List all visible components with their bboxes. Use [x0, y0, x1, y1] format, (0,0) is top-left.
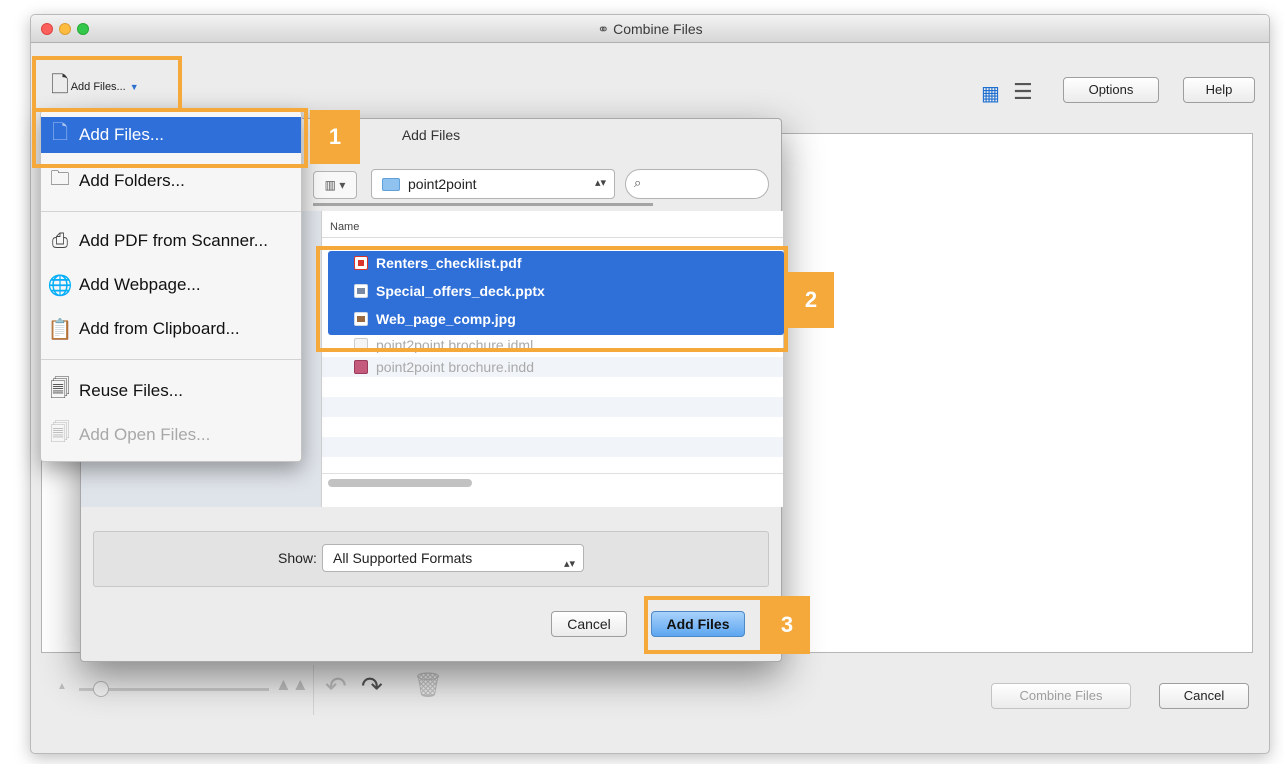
menu-item-reuse-files[interactable]: 🗐 Reuse Files... [41, 373, 301, 409]
horizontal-scrollbar[interactable] [328, 479, 472, 487]
callout-badge-2: 2 [788, 272, 834, 328]
window-title: ⚭ Combine Files [597, 21, 703, 37]
title-bar: ⚭ Combine Files [31, 15, 1269, 43]
menu-separator [41, 211, 301, 212]
combine-files-button[interactable]: Combine Files [991, 683, 1131, 709]
row-stripe [322, 437, 783, 457]
header-divider [322, 237, 783, 238]
combine-files-icon: ⚭ [597, 21, 610, 37]
menu-item-add-webpage[interactable]: 🌐 Add Webpage... [41, 267, 301, 303]
toolbar-divider [313, 665, 314, 715]
thumbnail-large-icon: ▲▲ [275, 675, 309, 694]
globe-icon: 🌐 [47, 274, 73, 297]
column-view-icon: ▥ ▾ [324, 178, 346, 192]
view-mode-button[interactable]: ▥ ▾ [313, 171, 357, 199]
select-arrows-icon: ▴▾ [594, 177, 606, 189]
format-select[interactable]: All Supported Formats ▴▾ [322, 544, 584, 572]
open-files-icon: 🗐 [50, 422, 70, 444]
toolbar-underline [313, 203, 653, 206]
thumbnail-small-icon: ▲ [57, 681, 67, 692]
menu-item-label: Add from Clipboard... [79, 319, 240, 338]
add-folder-icon: 🗀 [50, 168, 70, 190]
trash-icon[interactable]: 🗑 [413, 671, 443, 700]
menu-separator [41, 359, 301, 360]
list-view-icon[interactable]: ☰ [1013, 79, 1033, 105]
menu-item-add-from-clipboard[interactable]: 📋 Add from Clipboard... [41, 311, 301, 347]
callout-badge-3: 3 [764, 596, 810, 654]
callout-highlight-add-files-button [32, 56, 182, 112]
name-column-header[interactable]: Name [330, 221, 359, 233]
file-name: point2point brochure.indd [376, 359, 535, 375]
row-stripe [322, 397, 783, 417]
callout-highlight-file-selection [316, 246, 788, 352]
format-panel: Show: All Supported Formats ▴▾ [93, 531, 769, 587]
slider-handle[interactable] [93, 681, 109, 697]
redo-icon[interactable]: ↷ [361, 671, 383, 702]
menu-item-label: Add Webpage... [79, 275, 201, 294]
search-icon: ⌕ [634, 175, 642, 190]
search-input[interactable]: ⌕ [625, 169, 769, 199]
location-select[interactable]: point2point ▴▾ [371, 169, 615, 199]
callout-highlight-menu-item [32, 108, 308, 168]
clipboard-icon: 📋 [47, 318, 73, 341]
folder-icon [382, 177, 400, 191]
format-value: All Supported Formats [333, 550, 473, 566]
reuse-file-icon: 🗐 [50, 378, 70, 400]
scroll-divider [322, 473, 783, 474]
menu-item-label: Add Folders... [79, 171, 185, 190]
file-row: point2point brochure.indd [354, 357, 534, 377]
callout-highlight-add-files-action [644, 596, 764, 654]
help-button[interactable]: Help [1183, 77, 1255, 103]
menu-item-add-folders[interactable]: 🗀 Add Folders... [41, 163, 301, 199]
show-label: Show: [278, 550, 317, 566]
dialog-cancel-button[interactable]: Cancel [551, 611, 627, 637]
location-value: point2point [408, 176, 477, 192]
undo-icon[interactable]: ↶ [325, 671, 347, 702]
menu-item-add-open-files: 🗐 Add Open Files... [41, 417, 301, 453]
scanner-icon: ⎙ [52, 229, 68, 252]
cancel-button[interactable]: Cancel [1159, 683, 1249, 709]
callout-badge-1: 1 [310, 110, 360, 164]
menu-item-add-pdf-from-scanner[interactable]: ⎙ Add PDF from Scanner... [41, 223, 301, 259]
menu-item-label: Add PDF from Scanner... [79, 231, 268, 250]
grid-view-icon[interactable]: ▦ [981, 81, 1000, 106]
indd-file-icon [354, 360, 368, 374]
options-button[interactable]: Options [1063, 77, 1159, 103]
menu-item-label: Add Open Files... [79, 425, 211, 444]
select-arrows-icon: ▴▾ [563, 558, 575, 570]
menu-item-label: Reuse Files... [79, 381, 183, 400]
